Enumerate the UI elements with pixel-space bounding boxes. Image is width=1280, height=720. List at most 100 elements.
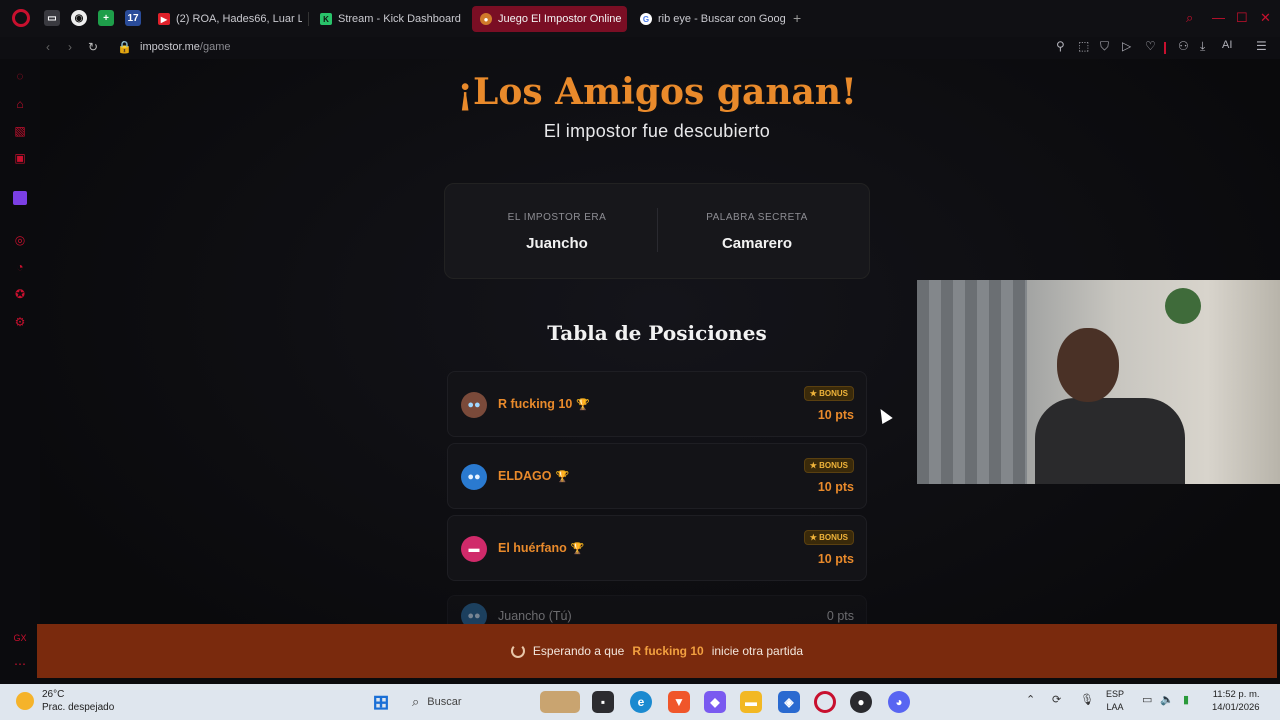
pin-tab-2[interactable]: ◉ <box>71 10 87 26</box>
microphone-icon[interactable]: 🎙 <box>1080 693 1094 706</box>
shield-icon[interactable]: ⛉ <box>1100 39 1109 54</box>
impostor-icon: ● <box>480 13 492 25</box>
messenger-icon[interactable]: ▣ <box>13 151 27 165</box>
tray-overflow-icon[interactable]: ⌃ <box>1026 693 1035 706</box>
heart-icon[interactable]: ♡ <box>1145 39 1156 53</box>
more-icon[interactable]: ⋯ <box>13 657 27 671</box>
player-points: 10 pts <box>817 480 854 494</box>
webcam-person <box>1035 328 1185 484</box>
reload-icon[interactable]: ↻ <box>88 40 98 54</box>
discord-icon[interactable]: ◕ <box>888 691 910 713</box>
tracker-icon[interactable]: ▧ <box>13 124 27 138</box>
ai-label: AI <box>1222 39 1233 51</box>
pin-tab-icon: ▭ <box>47 12 57 24</box>
easy-setup-icon[interactable]: ☰ <box>1256 39 1267 53</box>
opera-gx-icon[interactable] <box>814 691 836 713</box>
player-name: R fucking 10 🏆 <box>498 397 590 411</box>
tab-label: Stream - Kick Dashboard <box>338 13 461 25</box>
player-icon[interactable]: ◎ <box>13 233 27 247</box>
browser-sidebar: ◌ ⌂ ▧ ▣ ◎ ◔ ✪ ⚙ GX ⋯ <box>0 59 40 684</box>
trophy-icon: 🏆 <box>555 471 570 483</box>
loading-spinner-icon <box>510 644 525 658</box>
minimize-icon[interactable]: — <box>1212 10 1225 25</box>
url-path: /game <box>199 41 231 53</box>
leaderboard-row: ●● R fucking 10 🏆 ★ BONUS 10 pts <box>447 371 867 437</box>
aria-ai-button[interactable]: AI <box>1222 39 1232 51</box>
leaderboard-row: ▬ El huérfano 🏆 ★ BONUS 10 pts <box>447 515 867 581</box>
lock-icon: 🔒 <box>117 40 132 54</box>
maximize-icon[interactable]: ☐ <box>1236 10 1248 26</box>
snapshot-icon[interactable]: ⬚ <box>1078 39 1089 53</box>
result-headline: ¡Los Amigos ganan! <box>457 71 857 113</box>
profile-icon[interactable]: ⚇ <box>1178 39 1189 53</box>
twitch-icon[interactable] <box>13 191 27 205</box>
pin-tab-3[interactable]: + <box>98 10 114 26</box>
bonus-badge: ★ BONUS <box>803 386 854 401</box>
brave-icon[interactable]: ▼ <box>668 691 690 713</box>
obs-icon[interactable]: ● <box>850 691 872 713</box>
player-points: 10 pts <box>817 408 854 422</box>
windows-taskbar: 26°C Prac. despejado ⊞ ⌕ Buscar ▪ e ▼ ◆ … <box>0 684 1280 720</box>
pin-tab-1[interactable]: ▭ <box>44 10 60 26</box>
tab-impostor-game[interactable]: ● Juego El Impostor Online <box>472 6 627 32</box>
display-icon[interactable]: ▭ <box>1142 693 1152 706</box>
lang-bottom: LAA <box>1106 702 1124 712</box>
webcam-overlay <box>917 280 1280 484</box>
search-highlight-icon[interactable] <box>540 691 580 713</box>
battery-icon[interactable]: ▮ <box>1183 693 1189 706</box>
trophy-icon: 🏆 <box>576 399 591 411</box>
back-icon[interactable]: ‹ <box>46 40 50 54</box>
forward-icon[interactable]: › <box>68 40 72 54</box>
webcam-wreath <box>1165 288 1201 324</box>
search-icon: ⌕ <box>412 694 420 709</box>
volume-icon[interactable]: 🔈 <box>1160 693 1174 706</box>
download-icon[interactable]: ⤓ <box>1200 39 1205 54</box>
gx-control-icon[interactable]: GX <box>13 631 27 645</box>
google-icon: G <box>640 13 652 25</box>
url-host: impostor.me <box>140 41 200 53</box>
copilot-icon[interactable]: ◆ <box>704 691 726 713</box>
tab-youtube[interactable]: ▶ (2) ROA, Hades66, Luar La <box>150 6 302 32</box>
extensions-icon[interactable]: ✪ <box>13 287 27 301</box>
new-tab-icon[interactable]: + <box>793 10 801 26</box>
weather-sun-icon[interactable] <box>16 692 34 710</box>
task-view-icon[interactable]: ▪ <box>592 691 614 713</box>
pin-tab-4[interactable]: 17 <box>125 10 141 26</box>
history-icon[interactable]: ◔ <box>13 260 27 274</box>
clock[interactable]: 11:52 p. m. 14/01/2026 <box>1212 688 1260 714</box>
weather-temp: 26°C <box>42 689 65 700</box>
waiting-prefix: Esperando a que <box>532 644 625 658</box>
send-icon[interactable]: ▷ <box>1122 39 1131 53</box>
settings-icon[interactable]: ⚙ <box>13 315 27 329</box>
pin-tab-icon: 17 <box>127 12 139 24</box>
search-label: Buscar <box>427 696 462 708</box>
tab-label: rib eye - Buscar con Goog <box>658 13 786 25</box>
gx-corner-icon[interactable]: ⌂ <box>13 97 27 111</box>
avatar: ●● <box>461 464 487 490</box>
close-icon[interactable]: ✕ <box>1260 10 1271 26</box>
pin-icon[interactable]: ⚲ <box>1056 39 1065 53</box>
speed-dial-icon[interactable]: ◌ <box>13 69 27 83</box>
opera-menu-icon[interactable] <box>12 9 30 27</box>
start-icon[interactable]: ⊞ <box>370 691 392 714</box>
secret-word-value: Camarero <box>721 235 793 252</box>
search-tabs-icon[interactable]: ⌕ <box>1186 10 1193 26</box>
kick-icon: K <box>320 13 332 25</box>
outlook-icon[interactable]: ◈ <box>778 691 800 713</box>
sync-icon[interactable]: ⟳ <box>1052 693 1061 706</box>
url-field[interactable]: impostor.me/game <box>140 41 231 53</box>
impostor-name: Juancho <box>526 235 588 252</box>
language-indicator[interactable]: ESP LAA <box>1106 688 1124 714</box>
weather-widget[interactable]: 26°C Prac. despejado <box>42 688 114 714</box>
file-explorer-icon[interactable]: ▬ <box>740 691 762 713</box>
trophy-icon: 🏆 <box>570 543 585 555</box>
player-name: El huérfano 🏆 <box>498 541 584 555</box>
edge-icon[interactable]: e <box>630 691 652 713</box>
tab-google-search[interactable]: G rib eye - Buscar con Goog <box>632 6 787 32</box>
player-points: 0 pts <box>826 609 854 623</box>
clock-time: 11:52 p. m. <box>1212 689 1260 700</box>
bonus-badge: ★ BONUS <box>803 458 854 473</box>
waiting-suffix: inicie otra partida <box>711 644 804 658</box>
tab-kick-dashboard[interactable]: K Stream - Kick Dashboard <box>312 6 467 32</box>
avatar: ▬ <box>461 536 487 562</box>
